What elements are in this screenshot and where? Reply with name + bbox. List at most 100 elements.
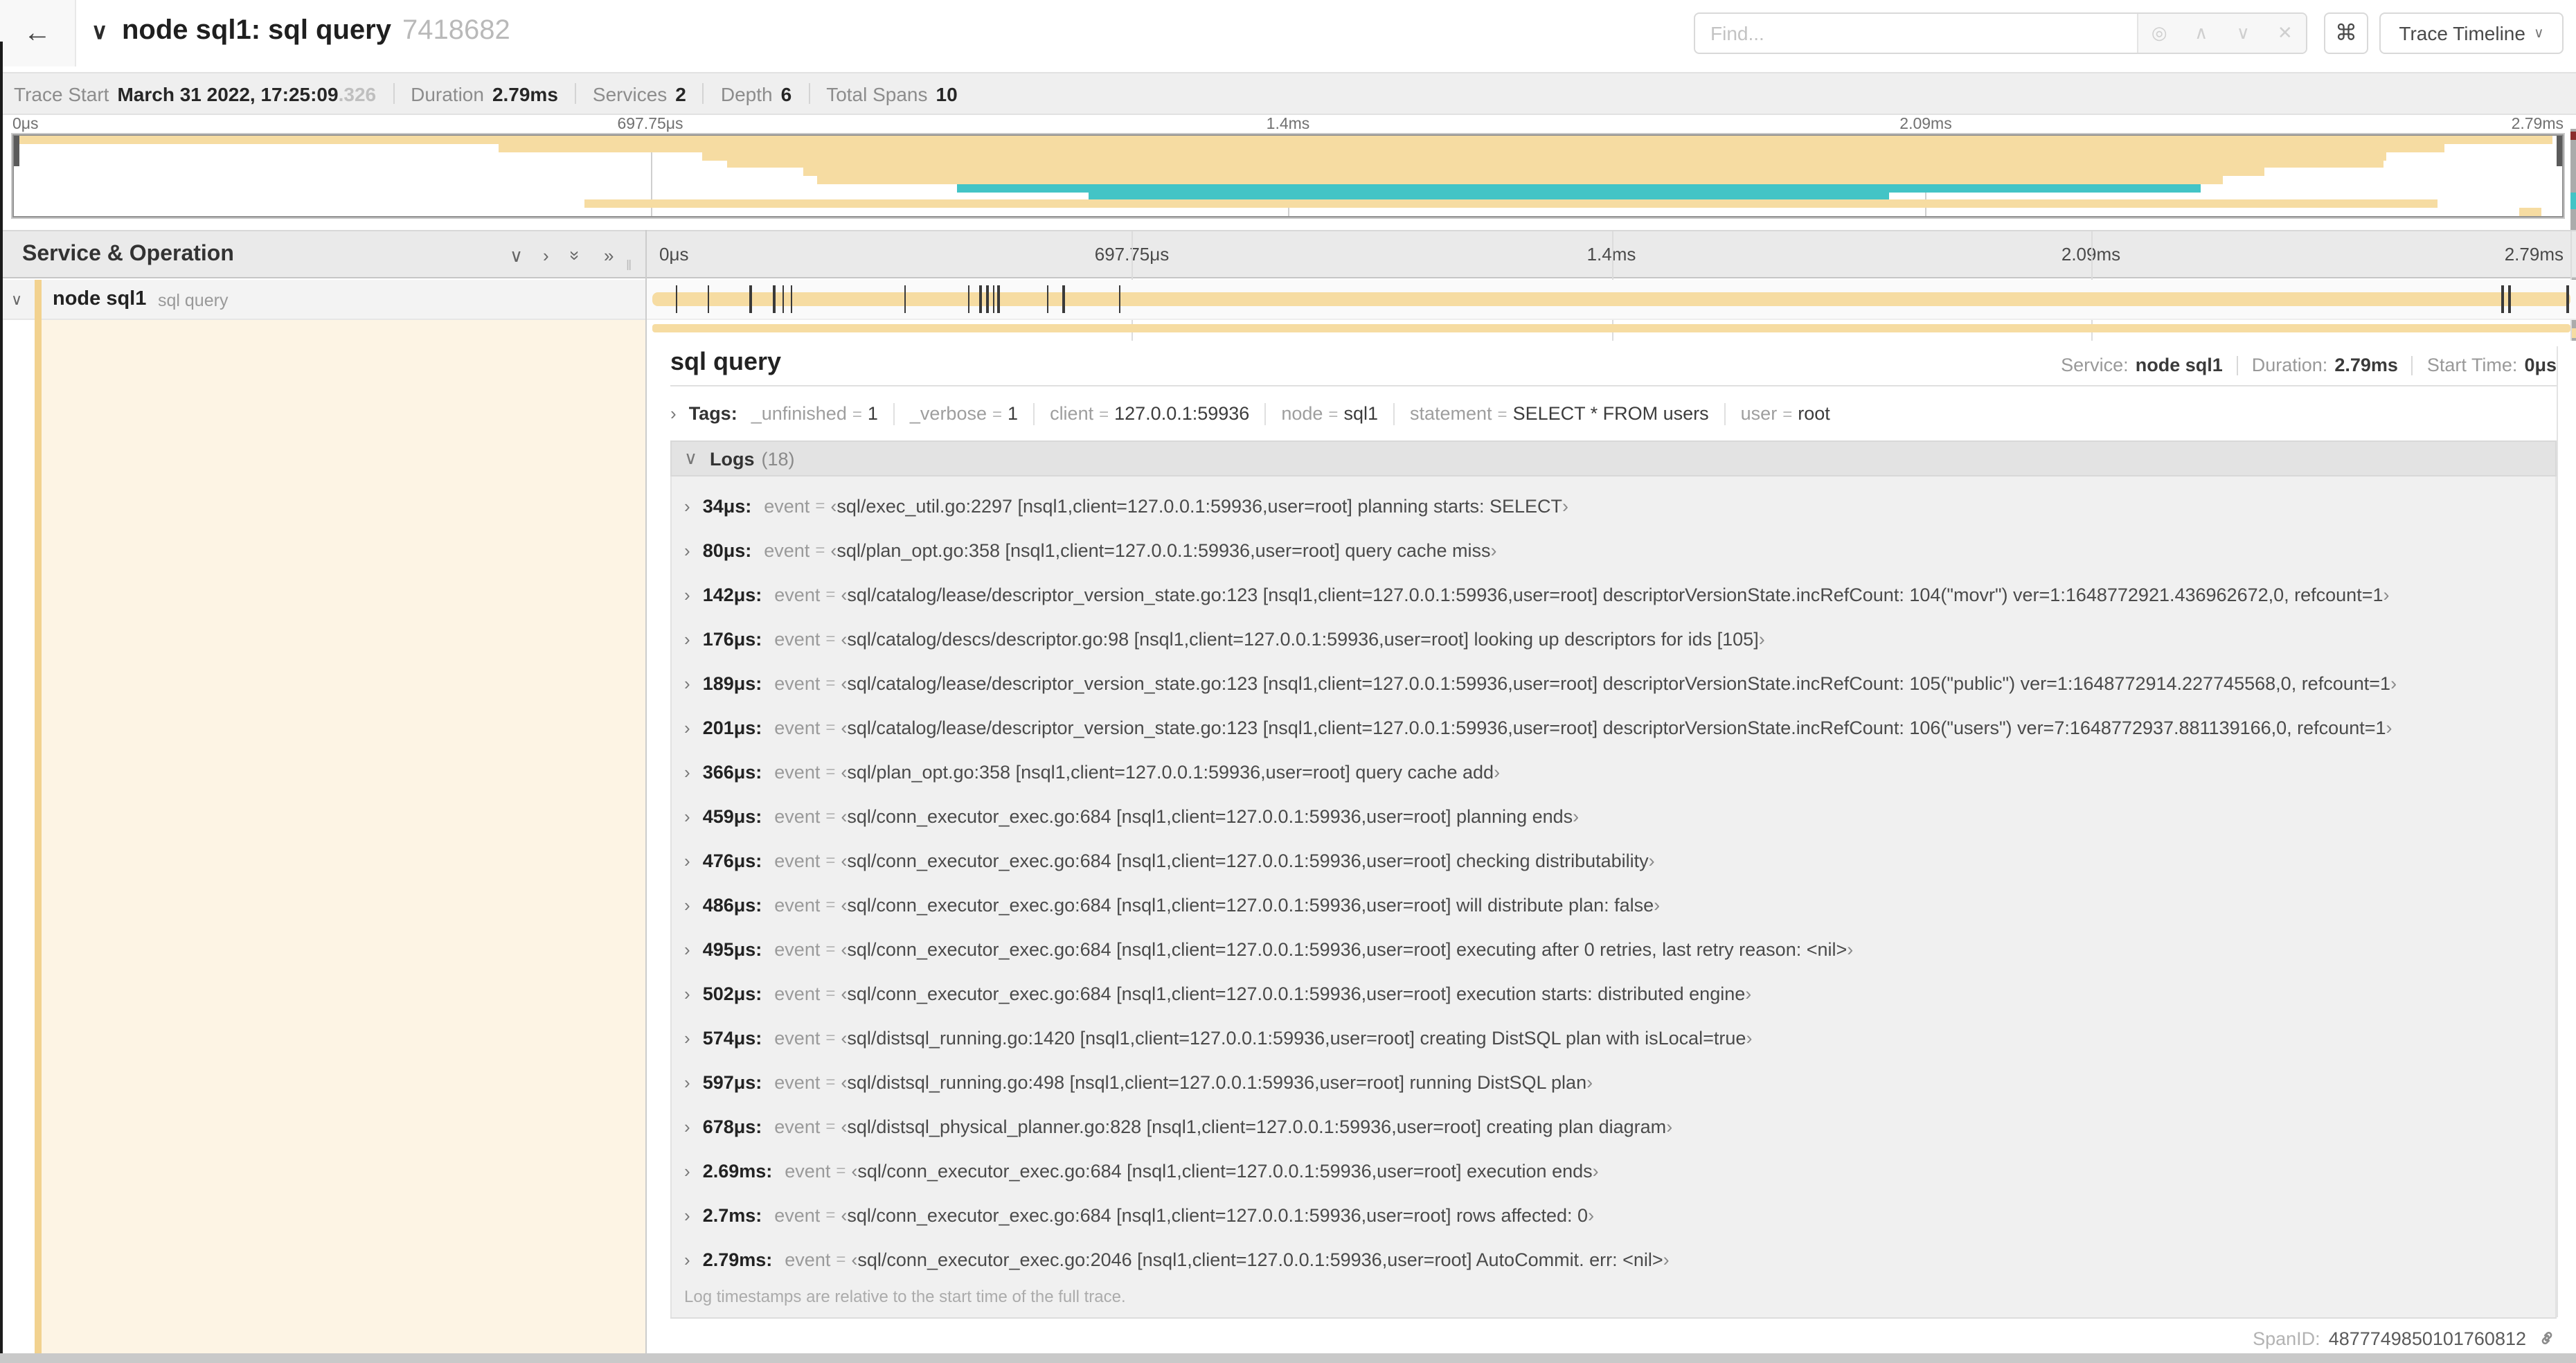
log-row[interactable]: › 486μs: event = ‹ sql/conn_executor_exec.go:… (672, 882, 2555, 927)
tag-key: user (1740, 403, 1778, 424)
log-row[interactable]: › 201μs: event = ‹ sql/catalog/lease/descript… (672, 705, 2555, 749)
tag-key: _unfinished (751, 403, 847, 424)
log-row[interactable]: › 34μs: event = ‹ sql/exec_util.go:2297 [nsql… (672, 483, 2555, 528)
trace-view-selector[interactable]: Trace Timeline ∨ (2379, 12, 2564, 54)
log-message: sql/conn_executor_exec.go:684 [nsql1,cli… (847, 1204, 1589, 1225)
span-collapse-icon[interactable]: ∨ (11, 291, 22, 309)
edge-strip-segment (2570, 193, 2576, 209)
summary-value: March 31 2022, 17:25:09 (117, 82, 339, 105)
tag-key: _verbose (909, 403, 987, 424)
expand-all-icon[interactable]: › (543, 245, 549, 266)
open-quote: ‹ (841, 1071, 848, 1092)
chevron-right-icon: › (684, 938, 690, 959)
span-color-strip (35, 280, 42, 320)
close-quote: › (1648, 850, 1655, 871)
keyboard-shortcuts-button[interactable]: ⌘ (2324, 12, 2368, 54)
log-field-key: event (774, 1204, 821, 1225)
meta-label: Duration: (2251, 355, 2328, 375)
log-row[interactable]: › 495μs: event = ‹ sql/conn_executor_exec.go:… (672, 927, 2555, 971)
span-log-mark (904, 285, 906, 313)
chevron-down-icon: ∨ (2533, 26, 2544, 41)
expand-deep-icon[interactable]: » (604, 245, 614, 266)
log-row[interactable]: › 142μs: event = ‹ sql/catalog/lease/descript… (672, 572, 2555, 616)
timeline-minimap[interactable] (12, 134, 2564, 217)
close-quote: › (1663, 1249, 1670, 1270)
column-resize-grip[interactable]: ‖ (626, 259, 633, 274)
minimap-span-bar (816, 176, 2224, 184)
log-row[interactable]: › 2.79ms: event = ‹ sql/conn_executor_exec.go… (672, 1237, 2555, 1281)
close-quote: › (1586, 1071, 1593, 1092)
column-divider[interactable] (645, 230, 647, 1363)
span-log-mark (992, 285, 995, 313)
log-row[interactable]: › 2.7ms: event = ‹ sql/conn_executor_exec.go:… (672, 1193, 2555, 1237)
minimap-right-scrubber[interactable] (2557, 136, 2562, 166)
clear-search-icon[interactable]: ✕ (2273, 22, 2298, 44)
log-row[interactable]: › 597μs: event = ‹ sql/distsql_running.go:498… (672, 1060, 2555, 1104)
match-target-icon[interactable]: ◎ (2147, 22, 2172, 44)
log-row[interactable]: › 176μs: event = ‹ sql/catalog/descs/descript… (672, 616, 2555, 661)
log-field-key: event (764, 540, 810, 560)
log-row[interactable]: › 502μs: event = ‹ sql/conn_executor_exec.go:… (672, 971, 2555, 1015)
meta-value: 2.79ms (2334, 355, 2398, 375)
span-detail-header: sql query Service: node sql1 Duration: 2.79… (670, 344, 2557, 386)
equals-sign: = (836, 1161, 846, 1180)
log-timestamp: 476μs: (702, 850, 762, 871)
find-input[interactable] (1695, 14, 2137, 53)
log-message: sql/exec_util.go:2297 [nsql1,client=127.… (837, 495, 1563, 516)
minimap-left-scrubber[interactable] (14, 136, 19, 166)
close-quote: › (1746, 1027, 1753, 1048)
span-duration-bar[interactable] (652, 292, 2570, 306)
tags-accordion[interactable]: › Tags: _unfinished = 1 _verbose = 1 client = 127.… (670, 395, 2557, 432)
tag-key: statement (1409, 403, 1492, 424)
log-row[interactable]: › 574μs: event = ‹ sql/distsql_running.go:142… (672, 1015, 2555, 1060)
log-row[interactable]: › 459μs: event = ‹ sql/conn_executor_exec.go:… (672, 794, 2555, 838)
log-message: sql/distsql_running.go:498 [nsql1,client… (847, 1071, 1587, 1092)
collapse-all-icon[interactable]: ∨ (510, 245, 523, 267)
log-row[interactable]: › 80μs: event = ‹ sql/plan_opt.go:358 [nsql1,… (672, 528, 2555, 572)
chevron-right-icon: › (684, 761, 690, 782)
next-match-icon[interactable]: ∨ (2230, 22, 2255, 44)
log-row[interactable]: › 189μs: event = ‹ sql/catalog/lease/descript… (672, 661, 2555, 705)
log-row[interactable]: › 2.69ms: event = ‹ sql/conn_executor_exec.go… (672, 1148, 2555, 1193)
open-quote: ‹ (841, 850, 848, 871)
trace-collapse-icon[interactable]: ∨ (91, 18, 107, 46)
back-button[interactable]: ← (0, 0, 76, 66)
log-field-key: event (774, 1027, 821, 1048)
log-row[interactable]: › 476μs: event = ‹ sql/conn_executor_exec.go:… (672, 838, 2555, 882)
timeline-tick-label: 0μs (659, 244, 689, 265)
span-row-node-sql1[interactable]: ∨ node sql1 sql query (0, 280, 645, 320)
summary-separator (574, 83, 576, 104)
span-log-mark (773, 285, 776, 313)
minimap-span-bar (1089, 192, 1890, 201)
log-row[interactable]: › 678μs: event = ‹ sql/distsql_physical_plann… (672, 1104, 2555, 1148)
equals-sign: = (825, 762, 836, 781)
tag-value: 1 (867, 403, 878, 424)
equals-sign: = (1328, 404, 1339, 423)
log-field-key: event (785, 1160, 831, 1181)
open-quote: ‹ (841, 717, 848, 738)
chevron-right-icon: › (684, 584, 690, 605)
logs-accordion-header[interactable]: ∨ Logs (18) (670, 440, 2557, 476)
equals-sign: = (1782, 404, 1793, 423)
window-bottom-edge (0, 1353, 2576, 1363)
tag-item: client = 127.0.0.1:59936 (1050, 403, 1249, 424)
log-message: sql/distsql_running.go:1420 [nsql1,clien… (847, 1027, 1746, 1048)
minimap-span-bar (956, 184, 2201, 193)
log-row[interactable]: › 366μs: event = ‹ sql/plan_opt.go:358 [nsql1… (672, 749, 2555, 794)
log-field-key: event (785, 1249, 831, 1270)
link-icon[interactable] (2537, 1328, 2557, 1348)
collapse-deep-icon[interactable]: » (565, 245, 586, 266)
tag-separator (893, 402, 895, 425)
log-message: sql/plan_opt.go:358 [nsql1,client=127.0.… (837, 540, 1491, 560)
minimap-span-bar (14, 136, 2552, 144)
open-quote: ‹ (841, 983, 848, 1004)
view-selector-label: Trace Timeline (2399, 22, 2525, 44)
edge-strip-segment (2570, 132, 2576, 140)
span-service-name: node sql1 (53, 288, 147, 310)
prev-match-icon[interactable]: ∧ (2189, 22, 2214, 44)
window-left-edge (0, 42, 3, 1363)
log-field-key: event (774, 850, 821, 871)
summary-label: Total Spans (826, 82, 928, 105)
open-quote: ‹ (851, 1160, 858, 1181)
log-timestamp: 366μs: (702, 761, 762, 782)
